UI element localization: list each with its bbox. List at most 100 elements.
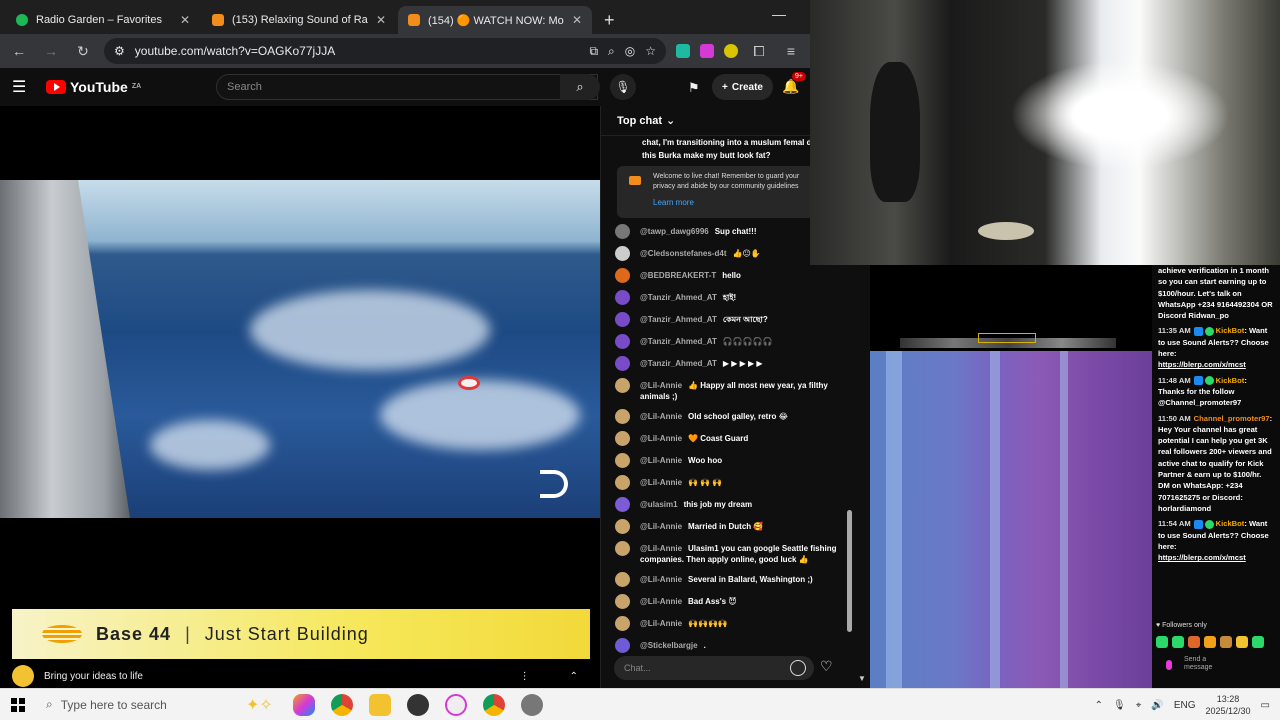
forward-arrow-icon[interactable]: →: [40, 43, 62, 59]
avatar[interactable]: [615, 497, 630, 512]
eye-off-icon[interactable]: ◎: [625, 44, 635, 58]
avatar[interactable]: [615, 312, 630, 327]
avatar[interactable]: [615, 378, 630, 393]
file-explorer-app-icon[interactable]: [368, 693, 391, 716]
tab-close-icon[interactable]: ✕: [572, 13, 582, 27]
search-input[interactable]: Search: [216, 74, 598, 100]
chat-author[interactable]: @BEDBREAKERT-T: [640, 271, 716, 280]
chat-author[interactable]: @Lil-Annie: [640, 544, 682, 553]
microphone-icon[interactable]: 🎙: [1113, 700, 1126, 711]
address-bar[interactable]: ⚙ youtube.com/watch?v=OAGKo77jJJA ⧉ ⌕ ◎ …: [104, 38, 666, 64]
clock[interactable]: 13:28 2025/12/30: [1206, 693, 1251, 717]
chat-author[interactable]: @Lil-Annie: [640, 456, 682, 465]
chat-author[interactable]: @Lil-Annie: [640, 434, 682, 443]
browser-tab-radio-garden[interactable]: Radio Garden – Favorites ✕: [6, 6, 200, 34]
heart-icon[interactable]: ♡: [820, 658, 833, 675]
more-options-icon[interactable]: ⋮: [520, 671, 530, 682]
kick-username[interactable]: KickBot: [1216, 326, 1245, 335]
minimize-window-button[interactable]: —: [772, 6, 786, 22]
avatar[interactable]: [615, 356, 630, 371]
kick-username[interactable]: Channel_promoter97: [1194, 414, 1270, 423]
emote-icon[interactable]: [1252, 636, 1264, 648]
language-indicator[interactable]: ENG: [1174, 700, 1196, 711]
bookmark-star-icon[interactable]: ☆: [645, 44, 656, 58]
chat-author[interactable]: @Tanzir_Ahmed_AT: [640, 315, 717, 324]
emote-icon[interactable]: [1188, 636, 1200, 648]
avatar[interactable]: [615, 594, 630, 609]
chat-author[interactable]: @Lil-Annie: [640, 575, 682, 584]
sparkle-icon[interactable]: ✦✧: [246, 695, 273, 715]
chat-author[interactable]: @Cledsonstefanes-d4t: [640, 249, 726, 258]
browser-tab-watch-now[interactable]: (154) 🟠 WATCH NOW: Mo ✕: [398, 6, 592, 34]
notifications-icon[interactable]: ▭: [1261, 700, 1270, 711]
chat-input[interactable]: Chat...: [614, 656, 814, 680]
chat-scrollbar[interactable]: [847, 510, 852, 632]
chat-author[interactable]: @Tanzir_Ahmed_AT: [640, 337, 717, 346]
cast-icon[interactable]: ⚑: [688, 80, 700, 96]
reading-list-icon[interactable]: ≡: [780, 43, 802, 59]
learn-more-link[interactable]: Learn more: [653, 198, 811, 208]
avatar[interactable]: [615, 290, 630, 305]
chat-author[interactable]: @ulasim1: [640, 500, 678, 509]
chat-author[interactable]: @Tanzir_Ahmed_AT: [640, 359, 717, 368]
kick-link[interactable]: https://blerp.com/x/mcst: [1158, 553, 1246, 562]
copilot-app-icon[interactable]: [292, 693, 315, 716]
avatar[interactable]: [615, 572, 630, 587]
video-player[interactable]: [0, 106, 600, 594]
avatar[interactable]: [615, 519, 630, 534]
avatar[interactable]: [615, 475, 630, 490]
chat-author[interactable]: @Lil-Annie: [640, 412, 682, 421]
avatar[interactable]: [615, 431, 630, 446]
youtube-logo[interactable]: YouTube ZA: [46, 79, 141, 95]
avatar[interactable]: [615, 638, 630, 653]
kick-send-input[interactable]: Send a message: [1162, 656, 1232, 676]
avatar[interactable]: [615, 453, 630, 468]
zoom-icon[interactable]: ⌕: [608, 44, 615, 59]
kick-username[interactable]: KickBot: [1216, 376, 1245, 385]
emote-icon[interactable]: [1204, 636, 1216, 648]
browser-tab-relaxing-sound[interactable]: (153) Relaxing Sound of Ra ✕: [202, 6, 396, 34]
tab-close-icon[interactable]: ✕: [376, 13, 386, 27]
video-frame[interactable]: [0, 180, 600, 518]
emote-icon[interactable]: [1156, 636, 1168, 648]
back-arrow-icon[interactable]: ←: [8, 43, 30, 59]
extension-icon[interactable]: [700, 44, 714, 58]
chat-author[interactable]: @Lil-Annie: [640, 478, 682, 487]
ad-banner[interactable]: Base 44 | Just Start Building: [12, 609, 590, 659]
kick-link[interactable]: https://blerp.com/x/mcst: [1158, 360, 1246, 369]
create-button[interactable]: + Create: [712, 74, 773, 100]
chrome-app-icon[interactable]: [482, 693, 505, 716]
menu-icon[interactable]: ☰: [12, 77, 36, 97]
collapse-chevron-icon[interactable]: ⌃: [570, 671, 578, 682]
chat-author[interactable]: @Lil-Annie: [640, 381, 682, 390]
site-info-icon[interactable]: ⚙: [114, 44, 125, 58]
search-button[interactable]: ⌕: [560, 74, 600, 100]
extension-icon[interactable]: [724, 44, 738, 58]
avatar[interactable]: [615, 224, 630, 239]
emoji-picker-icon[interactable]: [790, 660, 806, 676]
avatar[interactable]: [615, 541, 630, 556]
voice-search-button[interactable]: 🎙: [610, 74, 636, 100]
speaker-icon[interactable]: 🔊: [1151, 700, 1163, 711]
chrome-app-icon[interactable]: [330, 693, 353, 716]
chat-author[interactable]: @Lil-Annie: [640, 597, 682, 606]
network-icon[interactable]: ⌖: [1136, 700, 1142, 711]
avatar[interactable]: [615, 409, 630, 424]
extension-icon[interactable]: [676, 44, 690, 58]
advertiser-avatar[interactable]: [12, 665, 34, 687]
chat-author[interactable]: @tawp_dawg6996: [640, 227, 709, 236]
obs-app-icon[interactable]: [406, 693, 429, 716]
chat-author[interactable]: @Lil-Annie: [640, 619, 682, 628]
paint-app-icon[interactable]: [444, 693, 467, 716]
app-icon[interactable]: [520, 693, 543, 716]
avatar[interactable]: [615, 616, 630, 631]
tab-close-icon[interactable]: ✕: [180, 13, 190, 27]
avatar[interactable]: [615, 268, 630, 283]
chat-author[interactable]: @Stickelbargje: [640, 641, 698, 650]
kick-username[interactable]: KickBot: [1216, 519, 1245, 528]
emote-icon[interactable]: [1236, 636, 1248, 648]
chat-author[interactable]: @Tanzir_Ahmed_AT: [640, 293, 717, 302]
scroll-down-icon[interactable]: ▼: [858, 674, 866, 683]
taskbar-search[interactable]: ⌕ Type here to search: [36, 697, 236, 712]
new-tab-button[interactable]: +: [594, 6, 625, 34]
